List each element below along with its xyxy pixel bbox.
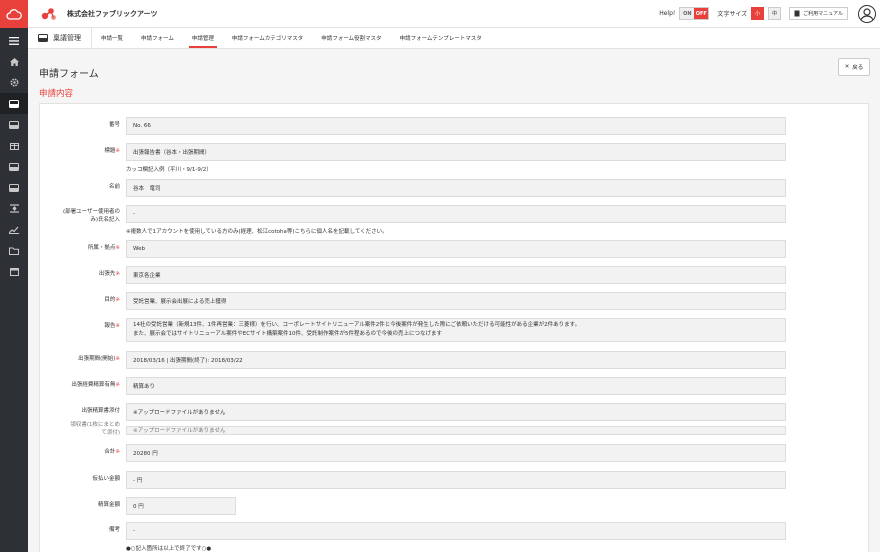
shared-user-label: (部署ユーザー使用者の み)氏名記入 bbox=[62, 209, 120, 223]
chart-icon[interactable] bbox=[0, 219, 28, 240]
period-label: 出張期間(開始)※ bbox=[78, 356, 120, 362]
drive-icon[interactable] bbox=[0, 156, 28, 177]
page-title: 申請フォーム bbox=[39, 69, 99, 80]
expense-attach-label: 出張精算書添付 bbox=[81, 408, 120, 414]
gear-icon[interactable] bbox=[0, 72, 28, 93]
storage-icon[interactable] bbox=[0, 177, 28, 198]
form-panel: 番号 No. 66 標題※ 出張報告書（谷本・出張期間） カッコ欄記入例（平川・… bbox=[39, 103, 869, 552]
sort-icon[interactable] bbox=[0, 198, 28, 219]
end-note: ●○記入箇所は以上で終了です○● bbox=[126, 546, 212, 552]
tab-application-list[interactable]: 申請一覧 bbox=[92, 28, 132, 48]
title-note: カッコ欄記入例（平川・9/1-9/2） bbox=[126, 167, 212, 173]
number-field: No. 66 bbox=[126, 117, 786, 135]
tab-form-role-master[interactable]: 申請フォーム役割マスタ bbox=[312, 28, 390, 48]
back-button[interactable]: ✕ 戻る bbox=[838, 58, 870, 76]
sidebar bbox=[0, 0, 28, 552]
menu-icon[interactable] bbox=[0, 30, 28, 51]
help-toggle-off[interactable]: OFF bbox=[694, 8, 709, 19]
help-toggle[interactable]: ON OFF bbox=[679, 7, 710, 20]
help-label: Help! bbox=[659, 10, 676, 17]
title-field: 出張報告書（谷本・出張期間） bbox=[126, 143, 786, 161]
help-toggle-on[interactable]: ON bbox=[680, 8, 695, 19]
inbox-icon[interactable] bbox=[0, 93, 28, 114]
company-name: 株式会社ファブリックアーツ bbox=[67, 9, 158, 18]
font-size-small-button[interactable]: 小 bbox=[751, 7, 765, 20]
cloud-logo-icon[interactable] bbox=[0, 0, 28, 28]
folder-icon[interactable] bbox=[0, 240, 28, 261]
calendar-icon[interactable] bbox=[0, 261, 28, 282]
company-logo-icon bbox=[41, 7, 56, 20]
tab-form-template-master[interactable]: 申請フォームテンプレートマスタ bbox=[391, 28, 491, 48]
receipt-field: ※アップロードファイルがありません bbox=[126, 426, 786, 435]
total-field: 20280 円 bbox=[126, 444, 786, 462]
affiliation-field: Web bbox=[126, 240, 786, 258]
number-label: 番号 bbox=[108, 122, 120, 128]
tab-application-management[interactable]: 申請管理 bbox=[183, 28, 223, 48]
tray-icon[interactable] bbox=[0, 114, 28, 135]
section-title: 申請内容 bbox=[39, 89, 74, 99]
expense-flag-field: 精算あり bbox=[126, 377, 786, 395]
font-size-medium-button[interactable]: 中 bbox=[768, 7, 782, 20]
advance-label: 仮払い金額 bbox=[92, 476, 120, 482]
name-field: 谷本 竜司 bbox=[126, 179, 786, 197]
settlement-label: 精算金額 bbox=[97, 502, 120, 508]
ringi-home-label: 稟議管理 bbox=[53, 34, 81, 42]
total-label: 合計※ bbox=[104, 449, 120, 455]
close-icon: ✕ bbox=[844, 64, 850, 70]
title-label: 標題※ bbox=[104, 148, 120, 154]
purpose-label: 目的※ bbox=[104, 297, 120, 303]
expense-attach-field: ※アップロードファイルがありません bbox=[126, 403, 786, 421]
manual-label: ご利用マニュアル bbox=[803, 11, 843, 17]
destination-label: 出張先※ bbox=[98, 271, 120, 277]
sub-navigation: 稟議管理 申請一覧 申請フォーム 申請管理 申請フォームカテゴリマスタ 申請フォ… bbox=[28, 28, 880, 49]
user-icon bbox=[860, 7, 874, 21]
ringi-home-link[interactable]: 稟議管理 bbox=[28, 28, 92, 48]
purpose-field: 受託営業、展示会出展による売上獲得 bbox=[126, 292, 786, 310]
period-field: 2018/03/16 | 出張期間(終了): 2018/03/22 bbox=[126, 351, 786, 369]
remarks-field: - bbox=[126, 522, 786, 540]
home-icon[interactable] bbox=[0, 51, 28, 72]
report-line-2: また、展示会ではサイトリニューアル案件やECサイト構築案件10件、受託制作案件が… bbox=[133, 331, 443, 337]
top-bar: 株式会社ファブリックアーツ Help! ON OFF 文字サイズ 小 中 ご利用… bbox=[28, 0, 880, 28]
book-icon bbox=[794, 10, 800, 17]
report-line-1: 14社の受託営業（新規13件、1件再営業：三菱様）を行い、コーポレートサイトリニ… bbox=[133, 322, 581, 328]
settlement-field: 0 円 bbox=[126, 497, 236, 515]
shared-user-field: - bbox=[126, 205, 786, 223]
avatar[interactable] bbox=[858, 4, 876, 23]
manual-button[interactable]: ご利用マニュアル bbox=[789, 7, 848, 20]
report-label: 報告※ bbox=[104, 323, 120, 329]
remarks-label: 備考 bbox=[108, 527, 120, 533]
inbox-icon bbox=[38, 34, 48, 42]
gift-icon[interactable] bbox=[0, 135, 28, 156]
affiliation-label: 所属・拠点※ bbox=[87, 245, 120, 251]
advance-field: - 円 bbox=[126, 471, 786, 489]
back-label: 戻る bbox=[852, 65, 864, 71]
name-label: 名前 bbox=[108, 184, 120, 190]
report-field: 14社の受託営業（新規13件、1件再営業：三菱様）を行い、コーポレートサイトリニ… bbox=[126, 318, 786, 342]
tab-application-form[interactable]: 申請フォーム bbox=[132, 28, 183, 48]
tab-form-category-master[interactable]: 申請フォームカテゴリマスタ bbox=[223, 28, 312, 48]
destination-field: 東京各企業 bbox=[126, 266, 786, 284]
shared-user-note: ※複数人で1アカウントを使用している方のみ(経理、松江cotoha等)こちらに個… bbox=[126, 229, 388, 235]
receipt-label: 領収書(1枚にまとめ て添付) bbox=[70, 422, 120, 436]
expense-flag-label: 出張経費精算有無※ bbox=[71, 382, 120, 388]
font-size-label: 文字サイズ bbox=[717, 11, 748, 18]
